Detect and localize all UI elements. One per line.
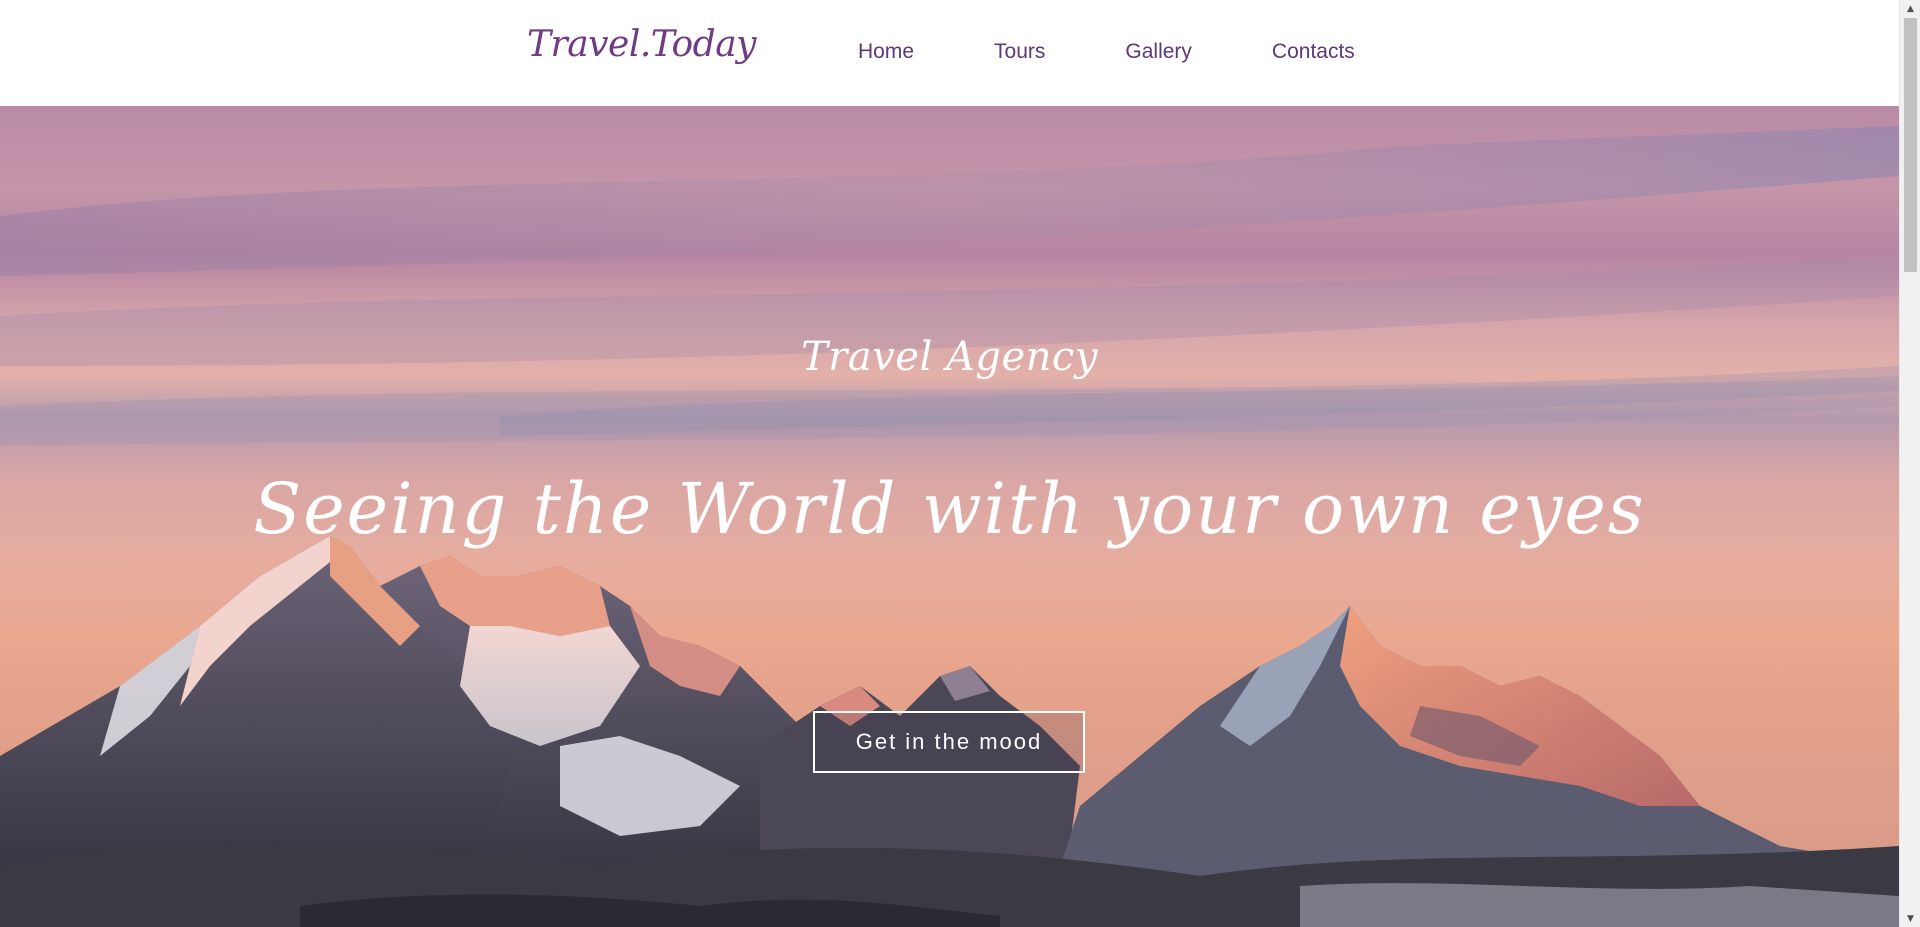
hero-headline: Seeing the World with your own eyes: [253, 468, 1646, 550]
page: Travel.Today Home Tours Gallery Contacts: [0, 0, 1920, 927]
nav-tours[interactable]: Tours: [994, 40, 1045, 64]
scroll-up-arrow-icon[interactable]: ▲: [1900, 0, 1920, 17]
site-logo[interactable]: Travel.Today: [527, 24, 757, 65]
nav-home[interactable]: Home: [858, 40, 914, 64]
get-in-the-mood-button[interactable]: Get in the mood: [813, 711, 1085, 773]
hero-subtitle: Travel Agency: [801, 334, 1098, 380]
vertical-scrollbar[interactable]: ▲ ▼: [1899, 0, 1920, 927]
scrollbar-thumb[interactable]: [1904, 18, 1917, 272]
main-nav: Home Tours Gallery Contacts: [858, 40, 1355, 64]
nav-contacts[interactable]: Contacts: [1272, 40, 1355, 64]
nav-gallery[interactable]: Gallery: [1125, 40, 1192, 64]
site-header: Travel.Today Home Tours Gallery Contacts: [0, 0, 1899, 106]
scroll-down-arrow-icon[interactable]: ▼: [1900, 910, 1920, 927]
hero-section: Travel Agency Seeing the World with your…: [0, 106, 1899, 927]
